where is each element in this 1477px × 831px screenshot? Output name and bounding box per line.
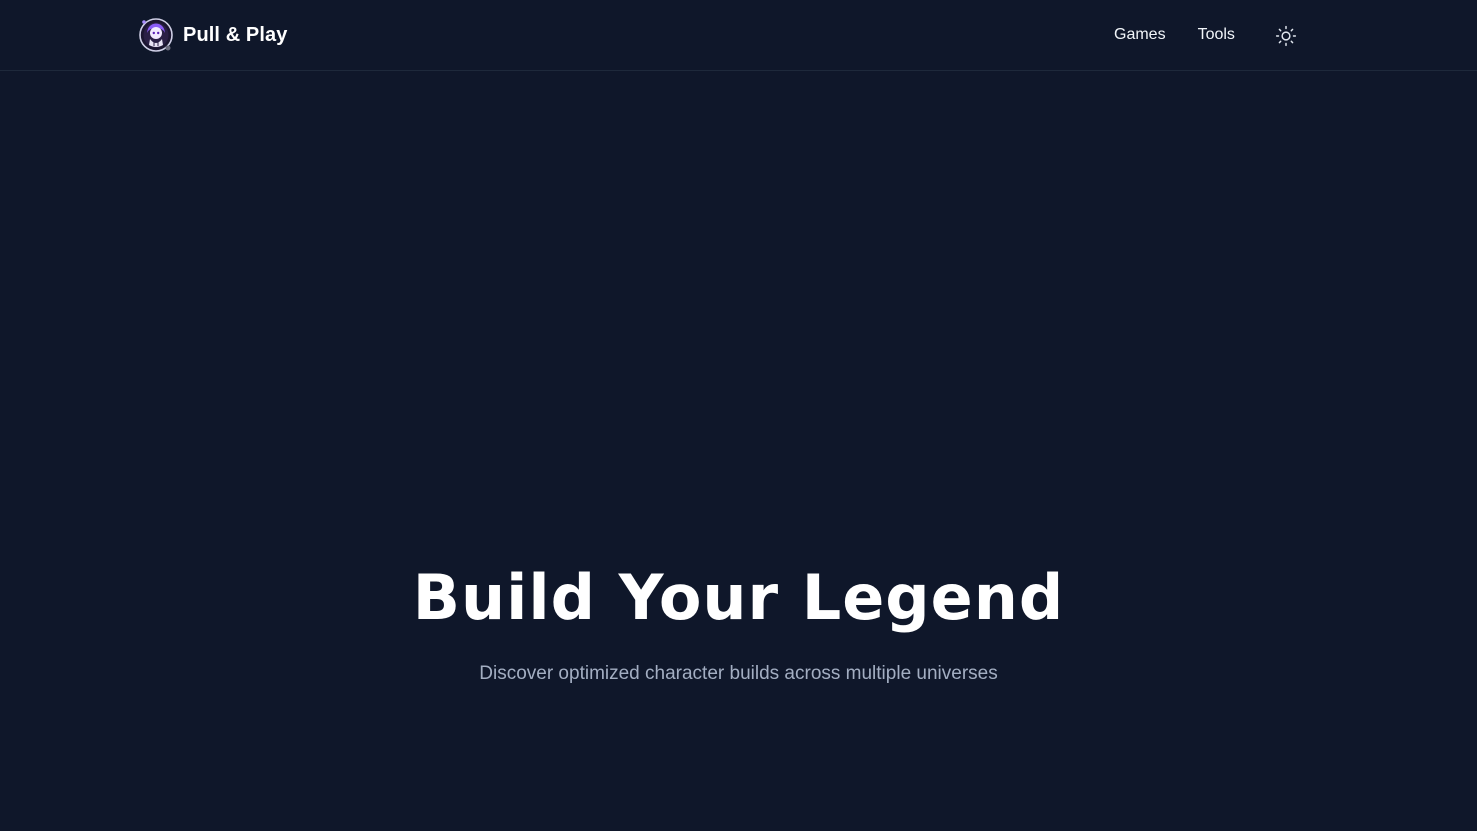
nav-link-tools[interactable]: Tools	[1198, 24, 1235, 46]
chibi-character-logo-icon	[139, 18, 173, 52]
theme-toggle-button[interactable]	[1273, 23, 1299, 49]
sun-icon	[1275, 25, 1297, 47]
nav-link-games[interactable]: Games	[1114, 24, 1166, 46]
site-header: Pull & Play Games Tools	[0, 0, 1477, 71]
main-nav: Games Tools	[1114, 24, 1235, 46]
hero-title: Build Your Legend	[412, 561, 1065, 634]
hero-subtitle: Discover optimized character builds acro…	[479, 663, 998, 684]
brand-name: Pull & Play	[183, 23, 288, 46]
brand-home-link[interactable]: Pull & Play	[138, 17, 287, 53]
